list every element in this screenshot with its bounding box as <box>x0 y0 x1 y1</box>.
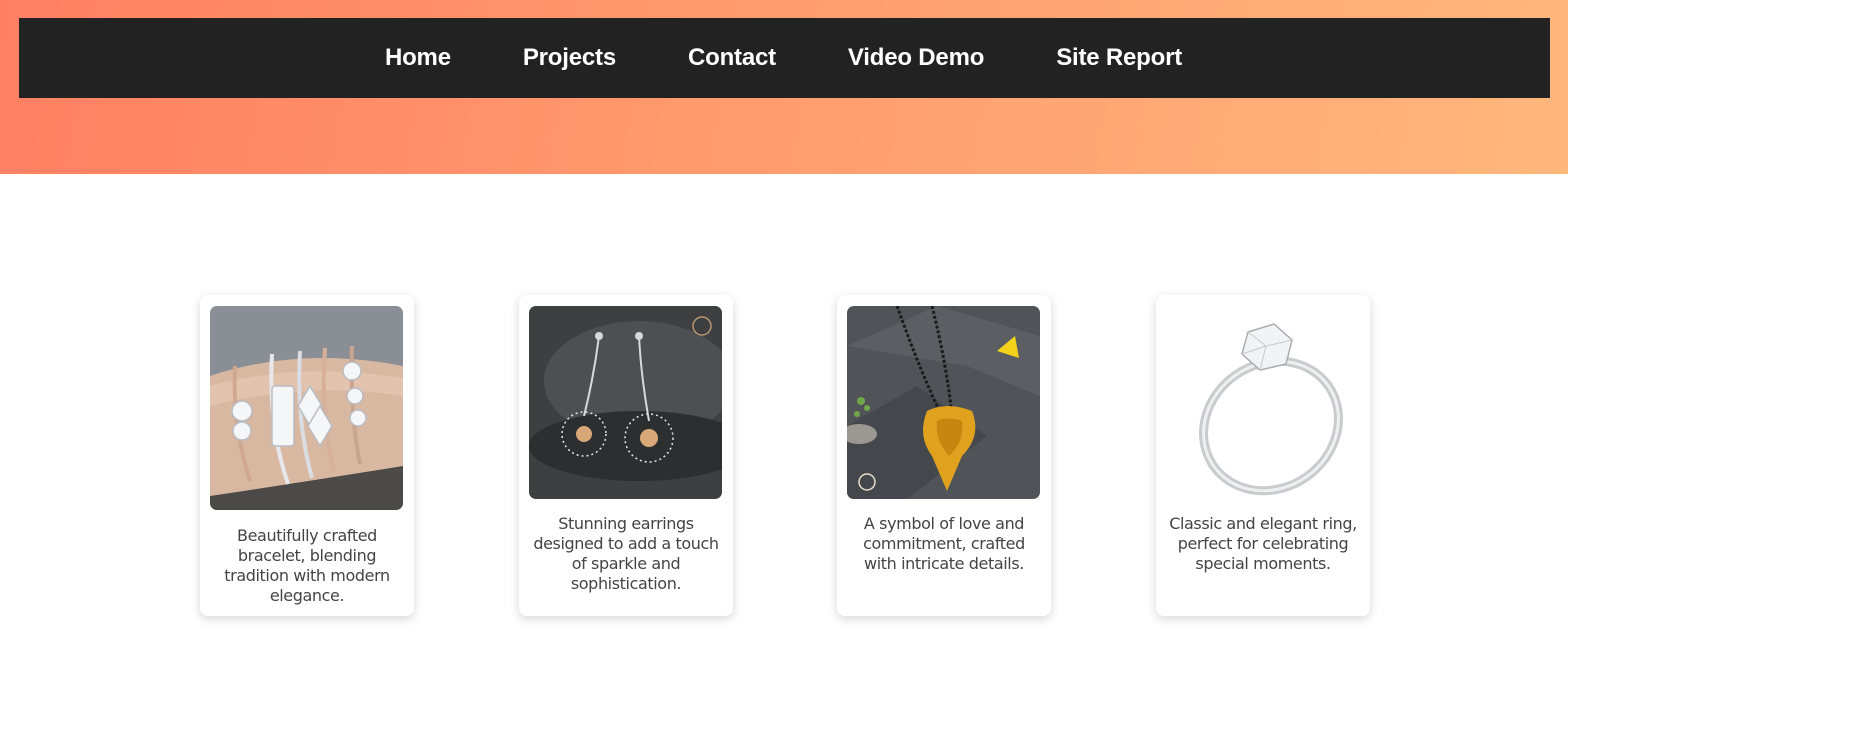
ring-image <box>1166 306 1359 499</box>
nav-link-projects[interactable]: Projects <box>523 44 616 72</box>
product-card-earrings[interactable]: Stunning earrings designed to add a touc… <box>519 295 733 616</box>
nav-link-video-demo[interactable]: Video Demo <box>848 44 984 72</box>
nav-link-site-report[interactable]: Site Report <box>1056 44 1182 72</box>
product-description: A symbol of love and commitment, crafted… <box>863 514 1025 573</box>
product-description: Stunning earrings designed to add a touc… <box>533 514 719 593</box>
product-description: Beautifully crafted bracelet, blending t… <box>224 526 390 605</box>
earrings-image <box>529 306 722 499</box>
product-card-bracelet[interactable]: Beautifully crafted bracelet, blending t… <box>200 295 414 616</box>
product-description: Classic and elegant ring, perfect for ce… <box>1169 514 1357 573</box>
top-navbar: Home Projects Contact Video Demo Site Re… <box>19 18 1550 98</box>
necklace-image <box>847 306 1040 499</box>
nav-link-home[interactable]: Home <box>385 44 451 72</box>
nav-link-contact[interactable]: Contact <box>688 44 776 72</box>
hero-banner: Home Projects Contact Video Demo Site Re… <box>0 0 1568 174</box>
bracelet-image <box>210 306 403 510</box>
product-card-ring[interactable]: Classic and elegant ring, perfect for ce… <box>1156 295 1370 616</box>
product-card-necklace[interactable]: A symbol of love and commitment, crafted… <box>837 295 1051 616</box>
